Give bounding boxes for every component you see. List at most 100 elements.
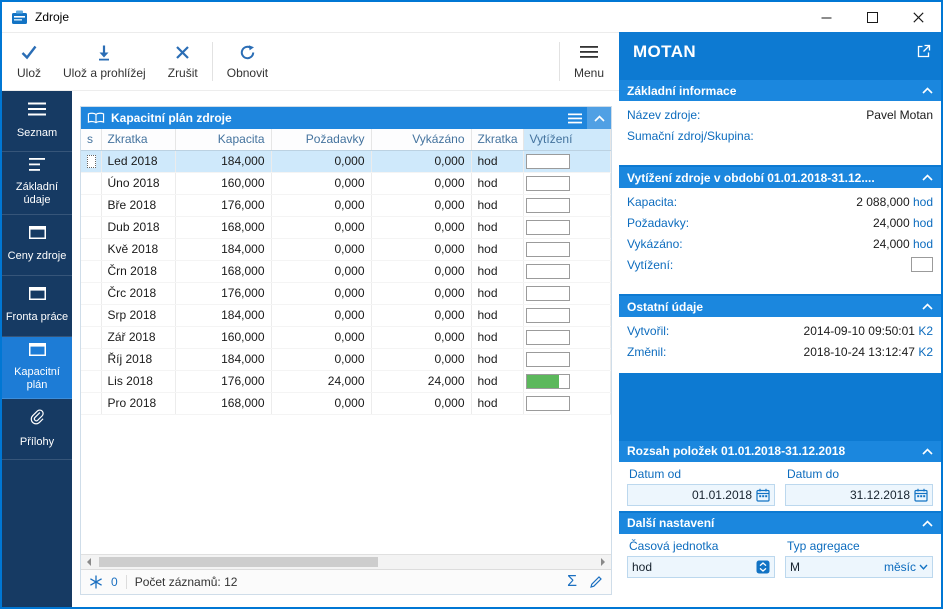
table-cell[interactable]: 0,000: [371, 150, 472, 173]
section-range-header[interactable]: Rozsah položek 01.01.2018-31.12.2018: [619, 440, 941, 462]
table-cell[interactable]: 0,000: [271, 260, 372, 283]
table-cell[interactable]: 0,000: [271, 282, 372, 305]
chevron-up-icon[interactable]: [916, 519, 933, 527]
table-cell-utilization[interactable]: [523, 238, 611, 261]
grid-menu-button[interactable]: [563, 107, 587, 129]
cancel-button[interactable]: Zrušit: [157, 37, 209, 86]
table-cell[interactable]: Zář 2018: [101, 326, 176, 349]
table-cell-utilization[interactable]: [523, 282, 611, 305]
table-cell[interactable]: 184,000: [175, 150, 272, 173]
chevron-up-icon[interactable]: [916, 303, 933, 310]
sidebar-item-zakladni-udaje[interactable]: Základní údaje: [2, 152, 72, 215]
table-cell-utilization[interactable]: [523, 172, 611, 195]
chevron-up-icon[interactable]: [916, 447, 933, 455]
table-cell-utilization[interactable]: [523, 326, 611, 349]
table-cell[interactable]: [81, 238, 102, 261]
section-other-header[interactable]: Ostatní údaje: [619, 296, 941, 317]
scroll-right-button[interactable]: [595, 555, 611, 569]
table-cell[interactable]: Říj 2018: [101, 348, 176, 371]
table-cell-utilization[interactable]: [523, 194, 611, 217]
table-cell[interactable]: 0,000: [271, 392, 372, 415]
table-cell[interactable]: Dub 2018: [101, 216, 176, 239]
aggregation-combobox[interactable]: M měsíc: [785, 555, 933, 578]
table-cell[interactable]: Srp 2018: [101, 304, 176, 327]
table-row[interactable]: Led 2018 184,000 0,000 0,000 hod: [81, 150, 611, 173]
column-header[interactable]: Vykázáno: [371, 129, 472, 151]
table-cell[interactable]: 160,000: [175, 326, 272, 349]
table-cell[interactable]: 168,000: [175, 216, 272, 239]
table-cell[interactable]: 176,000: [175, 282, 272, 305]
popout-button[interactable]: [917, 42, 931, 63]
horizontal-scrollbar[interactable]: [81, 554, 611, 569]
table-row[interactable]: Bře 2018 176,000 0,000 0,000 hod: [81, 194, 611, 217]
scrollbar-thumb[interactable]: [99, 557, 378, 567]
sidebar-item-kapacitni-plan[interactable]: Kapacitní plán: [2, 336, 72, 400]
table-cell[interactable]: 168,000: [175, 392, 272, 415]
table-cell[interactable]: Črc 2018: [101, 282, 176, 305]
table-cell[interactable]: 0,000: [371, 172, 472, 195]
table-cell[interactable]: hod: [471, 216, 524, 239]
table-cell[interactable]: 0,000: [271, 304, 372, 327]
table-cell[interactable]: [81, 304, 102, 327]
table-cell[interactable]: 0,000: [371, 304, 472, 327]
table-cell[interactable]: hod: [471, 260, 524, 283]
table-cell-utilization[interactable]: [523, 216, 611, 239]
table-cell[interactable]: [81, 260, 102, 283]
table-cell[interactable]: [81, 150, 102, 173]
table-row[interactable]: Lis 2018 176,000 24,000 24,000 hod: [81, 370, 611, 393]
table-cell[interactable]: hod: [471, 238, 524, 261]
pencil-icon[interactable]: [589, 575, 603, 589]
refresh-button[interactable]: Obnovit: [216, 37, 279, 86]
table-cell[interactable]: Kvě 2018: [101, 238, 176, 261]
table-row[interactable]: Úno 2018 160,000 0,000 0,000 hod: [81, 172, 611, 195]
utilization-value-box[interactable]: [911, 257, 933, 272]
table-cell[interactable]: hod: [471, 370, 524, 393]
table-cell[interactable]: 24,000: [271, 370, 372, 393]
table-cell[interactable]: 176,000: [175, 194, 272, 217]
table-cell[interactable]: 0,000: [371, 282, 472, 305]
column-header[interactable]: Zkratka: [101, 129, 176, 151]
column-header[interactable]: Vytížení: [523, 129, 611, 151]
chevron-up-icon[interactable]: [916, 174, 933, 181]
calendar-icon[interactable]: [756, 488, 770, 502]
menu-button[interactable]: Menu: [563, 37, 615, 86]
table-cell-utilization[interactable]: [523, 304, 611, 327]
table-cell[interactable]: 176,000: [175, 370, 272, 393]
time-unit-combobox[interactable]: hod: [627, 555, 775, 578]
maximize-button[interactable]: [849, 2, 895, 32]
table-row[interactable]: Říj 2018 184,000 0,000 0,000 hod: [81, 348, 611, 371]
table-cell[interactable]: hod: [471, 282, 524, 305]
table-cell[interactable]: [81, 194, 102, 217]
section-settings-header[interactable]: Další nastavení: [619, 512, 941, 534]
table-cell[interactable]: Lis 2018: [101, 370, 176, 393]
table-row[interactable]: Črc 2018 176,000 0,000 0,000 hod: [81, 282, 611, 305]
table-cell[interactable]: 160,000: [175, 172, 272, 195]
table-cell[interactable]: Bře 2018: [101, 194, 176, 217]
table-cell[interactable]: 0,000: [371, 238, 472, 261]
table-cell[interactable]: 0,000: [371, 348, 472, 371]
table-cell-utilization[interactable]: [523, 392, 611, 415]
save-button[interactable]: Ulož: [6, 37, 52, 86]
table-cell[interactable]: hod: [471, 392, 524, 415]
table-row[interactable]: Zář 2018 160,000 0,000 0,000 hod: [81, 326, 611, 349]
table-cell[interactable]: 0,000: [271, 238, 372, 261]
column-header[interactable]: s: [81, 129, 102, 151]
table-cell[interactable]: hod: [471, 304, 524, 327]
table-cell[interactable]: 0,000: [271, 216, 372, 239]
table-cell[interactable]: [81, 370, 102, 393]
table-cell-utilization[interactable]: [523, 150, 611, 173]
table-row[interactable]: Srp 2018 184,000 0,000 0,000 hod: [81, 304, 611, 327]
table-cell[interactable]: 184,000: [175, 348, 272, 371]
sidebar-item-seznam[interactable]: Seznam: [2, 91, 72, 152]
table-cell[interactable]: 184,000: [175, 238, 272, 261]
table-cell[interactable]: [81, 216, 102, 239]
column-header[interactable]: Kapacita: [175, 129, 272, 151]
sum-icon[interactable]: Σ: [567, 573, 577, 591]
table-cell[interactable]: 0,000: [271, 326, 372, 349]
grid-collapse-button[interactable]: [587, 107, 611, 129]
table-cell[interactable]: 0,000: [371, 260, 472, 283]
scroll-left-button[interactable]: [81, 555, 97, 569]
table-row[interactable]: Črn 2018 168,000 0,000 0,000 hod: [81, 260, 611, 283]
table-cell[interactable]: 0,000: [371, 392, 472, 415]
scrollbar-track[interactable]: [97, 555, 595, 569]
